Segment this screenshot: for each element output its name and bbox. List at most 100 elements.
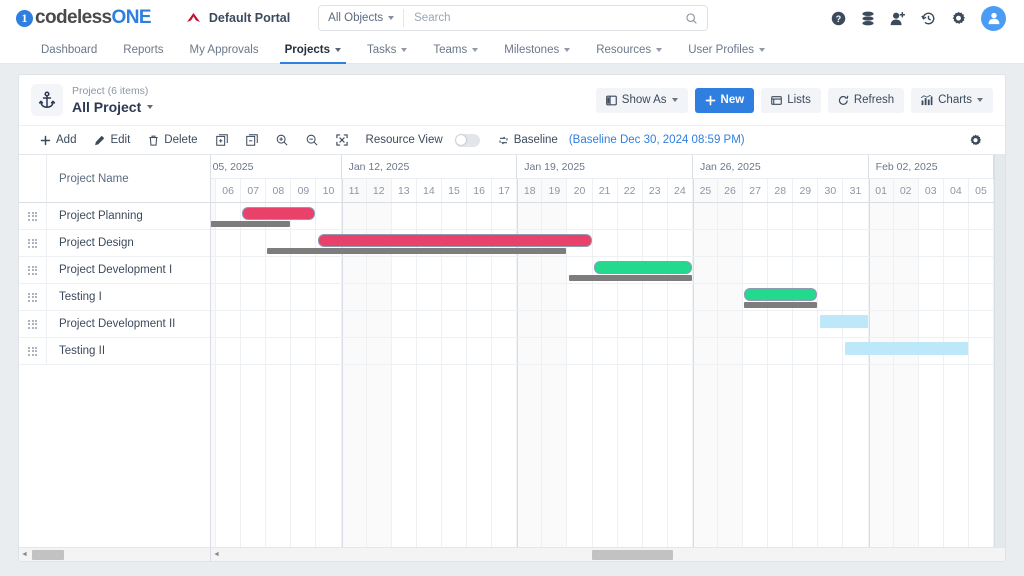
gantt-bar[interactable] bbox=[593, 261, 692, 274]
gear-icon[interactable] bbox=[960, 134, 991, 147]
logo-text-second: ONE bbox=[111, 7, 152, 28]
object-filter-dropdown[interactable]: All Objects bbox=[319, 6, 403, 30]
nav-item-user-profiles[interactable]: User Profiles bbox=[675, 36, 778, 63]
day-header: 20 bbox=[567, 179, 593, 202]
gear-icon[interactable] bbox=[951, 11, 966, 26]
drag-handle-icon[interactable] bbox=[19, 203, 47, 229]
drag-handle-icon[interactable] bbox=[19, 257, 47, 283]
page-body: Project (6 items) All Project Show As Ne… bbox=[0, 64, 1024, 576]
logo-text-first: codeless bbox=[35, 7, 112, 28]
baseline-button[interactable]: Baseline (Baseline Dec 30, 2024 08:59 PM… bbox=[489, 126, 754, 154]
timeline-scrollbar[interactable]: ◄ bbox=[211, 548, 1005, 561]
add-button[interactable]: Add bbox=[31, 126, 85, 154]
nav-item-reports[interactable]: Reports bbox=[110, 36, 176, 63]
nav-item-milestones[interactable]: Milestones bbox=[491, 36, 583, 63]
baseline-value[interactable]: (Baseline Dec 30, 2024 08:59 PM) bbox=[569, 134, 745, 146]
task-row[interactable]: Project Planning bbox=[19, 203, 210, 230]
handle-column bbox=[19, 155, 47, 202]
nav-item-dashboard[interactable]: Dashboard bbox=[28, 36, 110, 63]
scrollbar-thumb[interactable] bbox=[592, 550, 674, 560]
drag-handle-icon[interactable] bbox=[19, 338, 47, 364]
tb-label: Edit bbox=[110, 134, 131, 146]
task-name: Testing I bbox=[59, 291, 102, 303]
delete-button[interactable]: Delete bbox=[139, 126, 206, 154]
task-name: Testing II bbox=[59, 345, 106, 357]
week-header: Jan 26, 2025 bbox=[692, 155, 869, 179]
trash-icon bbox=[149, 135, 159, 146]
day-header: 08 bbox=[266, 179, 292, 202]
zoom-in-icon[interactable] bbox=[267, 126, 297, 154]
resource-view-toggle[interactable]: Resource View bbox=[357, 126, 489, 154]
task-list-header: Project Name bbox=[19, 155, 210, 203]
week-header: Feb 02, 2025 bbox=[868, 155, 995, 179]
drag-handle-icon[interactable] bbox=[19, 284, 47, 310]
show-as-button[interactable]: Show As bbox=[595, 87, 688, 113]
collapse-all-icon[interactable] bbox=[237, 126, 267, 154]
column-header-project-name: Project Name bbox=[59, 172, 129, 185]
task-name: Project Design bbox=[59, 237, 134, 249]
database-icon[interactable] bbox=[861, 11, 875, 26]
gantt-bar[interactable] bbox=[317, 234, 592, 247]
baseline-bar bbox=[267, 248, 567, 254]
history-icon[interactable] bbox=[921, 11, 936, 26]
chevron-down-icon bbox=[388, 16, 395, 20]
charts-button[interactable]: Charts bbox=[911, 87, 993, 113]
portal-selector[interactable]: Default Portal bbox=[185, 11, 290, 25]
app-logo[interactable]: 1 codelessONE bbox=[16, 7, 152, 29]
day-header: 25 bbox=[692, 179, 718, 202]
app-window: 1 codelessONE Default Portal All Objects bbox=[0, 0, 1024, 576]
toggle-switch[interactable] bbox=[454, 133, 480, 147]
scrollbar-thumb[interactable] bbox=[32, 550, 65, 560]
new-button[interactable]: New bbox=[694, 87, 755, 113]
nav-item-projects[interactable]: Projects bbox=[272, 36, 354, 64]
tb-label: Delete bbox=[164, 134, 198, 146]
task-row[interactable]: Testing I bbox=[19, 284, 210, 311]
task-row[interactable]: Testing II bbox=[19, 338, 210, 365]
edit-button[interactable]: Edit bbox=[85, 126, 139, 154]
gantt-bar[interactable] bbox=[744, 288, 818, 301]
avatar[interactable] bbox=[981, 5, 1006, 31]
add-user-icon[interactable] bbox=[890, 11, 906, 26]
nav-item-resources[interactable]: Resources bbox=[583, 36, 675, 63]
refresh-button[interactable]: Refresh bbox=[827, 87, 905, 113]
search-input[interactable] bbox=[404, 12, 686, 24]
global-search[interactable]: All Objects bbox=[318, 5, 709, 31]
expand-all-icon[interactable] bbox=[207, 126, 237, 154]
lists-button[interactable]: Lists bbox=[761, 87, 821, 113]
scroll-left-icon[interactable]: ◄ bbox=[211, 548, 222, 561]
baseline-label: Baseline bbox=[513, 134, 558, 146]
help-icon[interactable]: ? bbox=[831, 11, 846, 26]
gantt-bar[interactable] bbox=[242, 207, 316, 220]
week-header: an 05, 2025 bbox=[211, 155, 342, 179]
chevron-down-icon bbox=[147, 105, 154, 109]
page-title[interactable]: All Project bbox=[72, 98, 154, 116]
fit-screen-icon[interactable] bbox=[327, 126, 357, 154]
task-row[interactable]: Project Design bbox=[19, 230, 210, 257]
btn-label: Refresh bbox=[853, 94, 895, 106]
nav-label: My Approvals bbox=[189, 43, 259, 56]
task-row[interactable]: Project Development I bbox=[19, 257, 210, 284]
timeline-bars bbox=[211, 203, 999, 547]
nav-item-tasks[interactable]: Tasks bbox=[354, 36, 420, 63]
vertical-scrollbar[interactable] bbox=[994, 155, 1005, 547]
zoom-out-icon[interactable] bbox=[297, 126, 327, 154]
page-title-label: All Project bbox=[72, 98, 142, 115]
task-row[interactable]: Project Development II bbox=[19, 311, 210, 338]
scroll-left-icon[interactable]: ◄ bbox=[19, 548, 30, 561]
drag-handle-icon[interactable] bbox=[19, 311, 47, 337]
search-icon[interactable] bbox=[685, 12, 707, 25]
gantt-bar[interactable] bbox=[819, 315, 868, 328]
day-header: 24 bbox=[668, 179, 693, 202]
nav-label: Projects bbox=[284, 43, 330, 56]
day-header: 06 bbox=[216, 179, 242, 202]
chevron-down-icon bbox=[472, 47, 479, 52]
drag-handle-icon[interactable] bbox=[19, 230, 47, 256]
day-header: 28 bbox=[768, 179, 794, 202]
left-scrollbar[interactable]: ◄ bbox=[19, 548, 211, 561]
nav-item-teams[interactable]: Teams bbox=[420, 36, 491, 63]
logo-mark-icon: 1 bbox=[16, 9, 33, 27]
day-header: 14 bbox=[417, 179, 442, 202]
gantt-bar[interactable] bbox=[844, 342, 969, 355]
panel-icon bbox=[605, 95, 617, 105]
nav-item-my-approvals[interactable]: My Approvals bbox=[177, 36, 272, 63]
